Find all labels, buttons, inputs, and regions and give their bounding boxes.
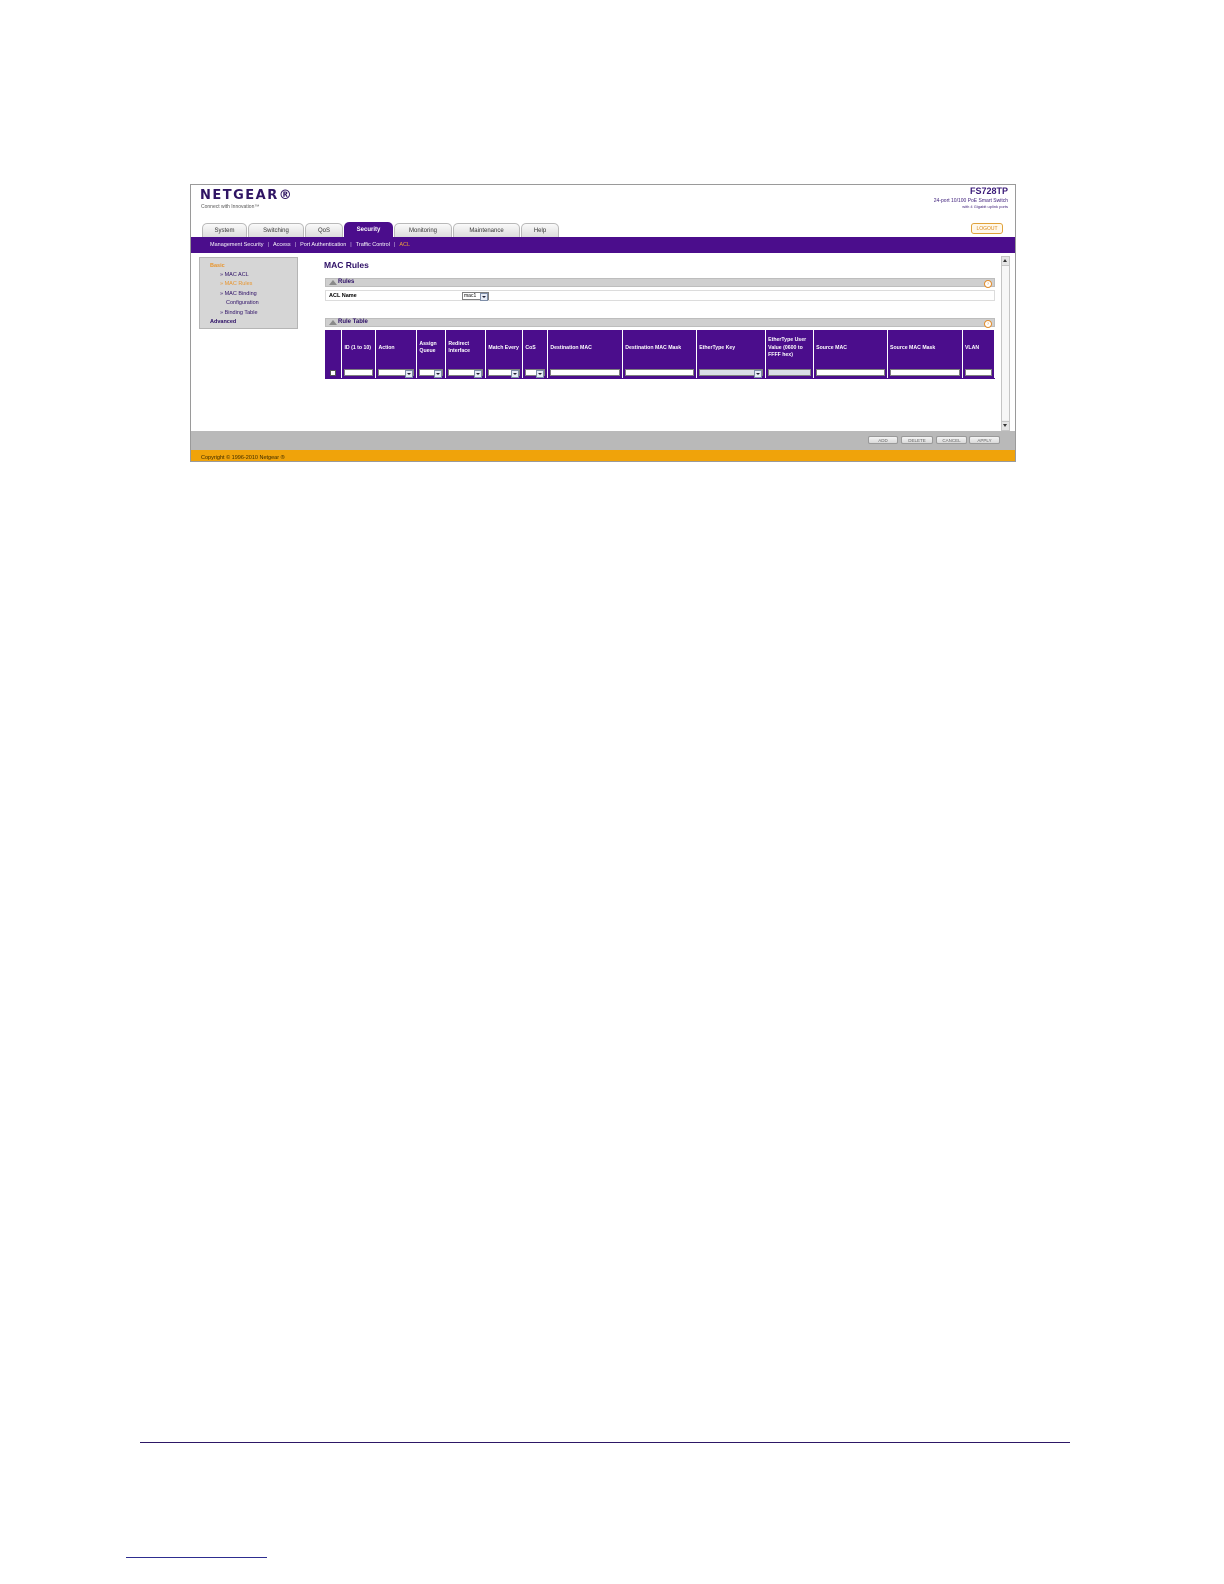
logo-tagline: Connect with Innovation™	[201, 204, 260, 210]
scroll-thumb[interactable]	[1002, 266, 1009, 420]
source-mac-input[interactable]	[816, 369, 886, 376]
rule-table-section-header: Rule Table ?	[325, 318, 995, 328]
col-header-vlan: VLAN	[962, 330, 996, 367]
dropdown-arrow-icon	[474, 370, 483, 378]
dropdown-arrow-icon	[511, 370, 520, 378]
col-header-assign-queue: Assign Queue	[416, 330, 447, 367]
nav-binding-table[interactable]: » Binding Table	[220, 310, 258, 316]
row-select-checkbox[interactable]	[330, 369, 337, 376]
ethertype-user-value-input[interactable]	[768, 369, 812, 376]
table-row	[325, 366, 996, 379]
collapse-triangle-icon[interactable]	[329, 280, 337, 285]
rule-table-section-title: Rule Table	[338, 319, 368, 325]
match-every-select[interactable]	[488, 369, 521, 378]
table-header-row: ID (1 to 10) Action Assign Queue Redirec…	[325, 330, 996, 367]
rule-table: ID (1 to 10) Action Assign Queue Redirec…	[325, 330, 996, 379]
col-header-redirect-interface: Redirect Interface	[445, 330, 487, 367]
copyright-text: Copyright © 1996-2010 Netgear ®	[201, 455, 285, 461]
page-bottom-link-underline[interactable]	[126, 1557, 267, 1558]
subnav-separator: |	[350, 242, 352, 248]
nav-mac-binding-configuration[interactable]: Configuration	[226, 300, 259, 306]
col-header-action: Action	[375, 330, 418, 367]
subnav-port-authentication[interactable]: Port Authentication	[300, 242, 346, 248]
tab-help[interactable]: Help	[521, 223, 559, 237]
acl-name-select[interactable]: mac1	[462, 292, 489, 301]
id-input[interactable]	[344, 369, 374, 376]
subnav-access[interactable]: Access	[273, 242, 291, 248]
model-description-uplinks: with 4 Gigabit uplink ports	[962, 204, 1008, 209]
tab-switching[interactable]: Switching	[248, 223, 304, 237]
security-subnav: Management Security | Access | Port Auth…	[191, 237, 1015, 253]
col-header-cos: CoS	[522, 330, 549, 367]
nav-mac-rules[interactable]: » MAC Rules	[220, 281, 252, 287]
cancel-button[interactable]: CANCEL	[936, 436, 967, 444]
col-header-source-mac: Source MAC	[813, 330, 889, 367]
apply-button[interactable]: APPLY	[969, 436, 1000, 444]
page-title: MAC Rules	[324, 260, 369, 270]
acl-name-value: mac1	[464, 293, 477, 299]
vlan-input[interactable]	[964, 369, 992, 376]
netgear-logo: NETGEAR®	[200, 188, 294, 203]
copyright-bar: Copyright © 1996-2010 Netgear ®	[191, 450, 1015, 461]
tab-monitoring[interactable]: Monitoring	[394, 223, 452, 237]
destination-mac-input[interactable]	[550, 369, 621, 376]
source-mac-mask-input[interactable]	[890, 369, 960, 376]
tab-qos[interactable]: QoS	[305, 223, 343, 237]
dropdown-arrow-icon	[754, 370, 763, 378]
logout-button[interactable]: LOGOUT	[971, 223, 1003, 234]
app-screenshot: NETGEAR® Connect with Innovation™ FS728T…	[190, 184, 1016, 462]
col-header-source-mac-mask: Source MAC Mask	[887, 330, 963, 367]
action-select[interactable]	[378, 369, 415, 378]
dropdown-arrow-icon	[434, 370, 443, 378]
tab-security[interactable]: Security	[344, 222, 393, 237]
col-header-destination-mac-mask: Destination MAC Mask	[622, 330, 698, 367]
subnav-acl[interactable]: ACL	[399, 242, 410, 248]
delete-button[interactable]: DELETE	[901, 436, 933, 444]
subnav-separator: |	[393, 242, 396, 248]
dropdown-arrow-icon	[405, 370, 414, 378]
col-header-destination-mac: Destination MAC	[547, 330, 624, 367]
col-header-select	[325, 330, 343, 367]
header: NETGEAR® Connect with Innovation™ FS728T…	[191, 185, 1015, 223]
collapse-triangle-icon[interactable]	[329, 320, 337, 325]
left-navigation: Basic » MAC ACL » MAC Rules » MAC Bindin…	[199, 257, 298, 329]
scroll-down-arrow-icon[interactable]	[1002, 421, 1009, 430]
nav-basic[interactable]: Basic	[210, 263, 225, 269]
scroll-up-arrow-icon[interactable]	[1002, 257, 1009, 266]
redirect-interface-select[interactable]	[448, 369, 484, 378]
assign-queue-select[interactable]	[419, 369, 444, 378]
rules-section-title: Rules	[338, 279, 355, 285]
model-name: FS728TP	[969, 186, 1008, 196]
rules-section-header: Rules ?	[325, 278, 995, 288]
subnav-separator: |	[294, 242, 297, 248]
tab-system[interactable]: System	[202, 223, 247, 237]
col-header-match-every: Match Every	[485, 330, 524, 367]
subnav-management-security[interactable]: Management Security	[210, 242, 264, 248]
col-header-id: ID (1 to 10)	[341, 330, 377, 367]
cos-select[interactable]	[525, 369, 546, 378]
help-icon[interactable]: ?	[984, 280, 992, 288]
destination-mac-mask-input[interactable]	[625, 369, 695, 376]
page-footer-rule	[140, 1442, 1070, 1443]
main-tabs: System Switching QoS Security Monitoring…	[202, 222, 559, 237]
acl-name-row: ACL Name mac1	[325, 290, 995, 301]
subnav-separator: |	[267, 242, 269, 248]
acl-name-label: ACL Name	[329, 293, 357, 299]
subnav-traffic-control[interactable]: Traffic Control	[356, 242, 390, 248]
button-bar: ADD DELETE CANCEL APPLY	[191, 431, 1015, 450]
nav-mac-acl[interactable]: » MAC ACL	[220, 272, 249, 278]
col-header-ethertype-key: EtherType Key	[696, 330, 767, 367]
ethertype-key-select[interactable]	[699, 369, 764, 378]
nav-mac-binding[interactable]: » MAC Binding	[220, 291, 257, 297]
tab-maintenance[interactable]: Maintenance	[453, 223, 520, 237]
dropdown-arrow-icon	[536, 370, 545, 378]
help-icon[interactable]: ?	[984, 320, 992, 328]
add-button[interactable]: ADD	[868, 436, 898, 444]
dropdown-arrow-icon	[480, 293, 488, 301]
col-header-ethertype-user-value: EtherType User Value (0600 to FFFF hex)	[765, 330, 815, 367]
nav-advanced[interactable]: Advanced	[210, 319, 236, 325]
vertical-scrollbar[interactable]	[1001, 256, 1010, 431]
